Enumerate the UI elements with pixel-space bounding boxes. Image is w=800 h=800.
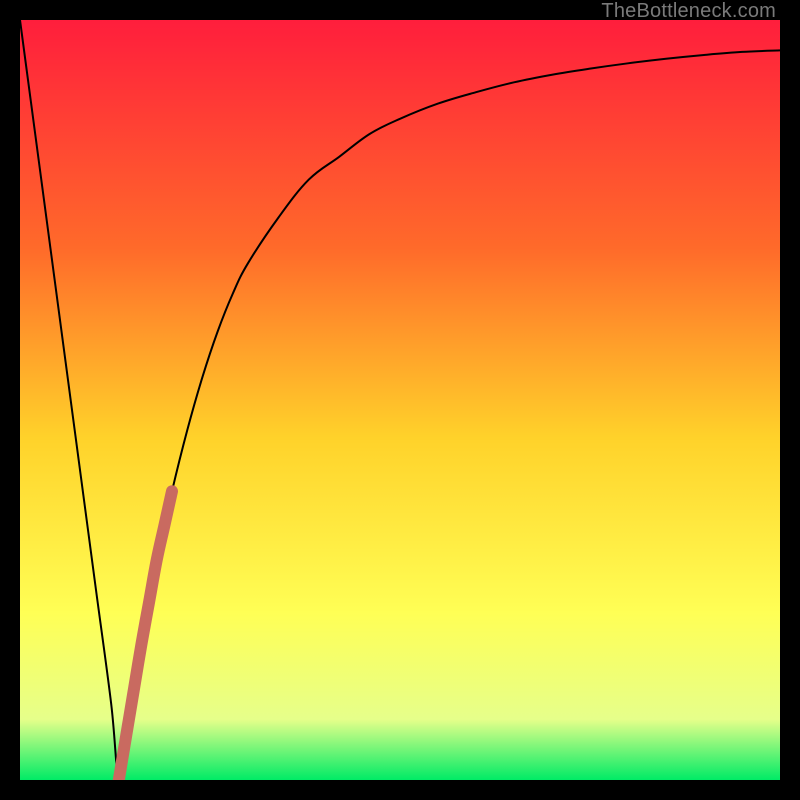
chart-frame: TheBottleneck.com [0,0,800,800]
plot-area [20,20,780,780]
chart-svg [20,20,780,780]
